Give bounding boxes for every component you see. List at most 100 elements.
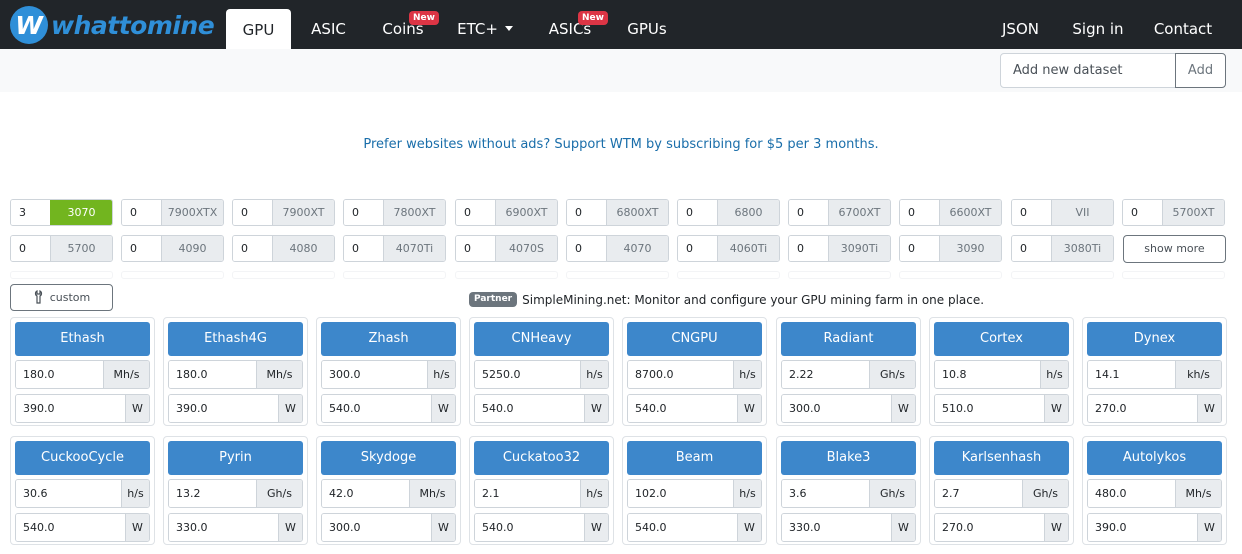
gpu-quantity-input[interactable]: 0 — [456, 200, 495, 225]
algo-toggle-button[interactable]: Beam — [627, 441, 762, 475]
gpu-cell[interactable]: 0 5700 — [10, 235, 113, 262]
gpu-model-toggle[interactable]: 3090Ti — [828, 236, 890, 261]
algo-toggle-button[interactable]: CuckooCycle — [15, 441, 150, 475]
gpu-quantity-input[interactable]: 0 — [456, 236, 495, 261]
algo-toggle-button[interactable]: Ethash — [15, 322, 150, 356]
hashrate-input[interactable]: 42.0 — [322, 480, 409, 507]
hashrate-input[interactable]: 2.7 — [935, 480, 1022, 507]
gpu-quantity-input[interactable]: 0 — [344, 236, 383, 261]
add-dataset-button[interactable]: Add — [1175, 53, 1226, 88]
nav-sign-in[interactable]: Sign in — [1063, 0, 1133, 49]
gpu-quantity-input[interactable]: 0 — [1012, 200, 1051, 225]
algo-toggle-button[interactable]: Autolykos — [1087, 441, 1222, 475]
custom-button[interactable]: custom — [10, 284, 113, 311]
hashrate-input[interactable]: 10.8 — [935, 361, 1040, 388]
algo-toggle-button[interactable]: CNHeavy — [474, 322, 609, 356]
gpu-cell[interactable]: 0 3090 — [899, 235, 1002, 262]
gpu-cell[interactable]: 0 VII — [1011, 199, 1114, 226]
power-input[interactable]: 270.0 — [1088, 395, 1197, 422]
hashrate-input[interactable]: 30.6 — [16, 480, 121, 507]
hashrate-input[interactable]: 3.6 — [782, 480, 869, 507]
gpu-cell[interactable]: 0 4070Ti — [343, 235, 446, 262]
algo-toggle-button[interactable]: Zhash — [321, 322, 456, 356]
hashrate-input[interactable]: 14.1 — [1088, 361, 1175, 388]
hashrate-input[interactable]: 8700.0 — [628, 361, 733, 388]
gpu-cell[interactable]: 0 3090Ti — [788, 235, 891, 262]
hashrate-input[interactable]: 480.0 — [1088, 480, 1175, 507]
nav-contact[interactable]: Contact — [1145, 0, 1221, 49]
gpu-quantity-input[interactable]: 0 — [344, 200, 383, 225]
gpu-cell[interactable]: 0 6700XT — [788, 199, 891, 226]
power-input[interactable]: 330.0 — [169, 514, 278, 541]
gpu-quantity-input[interactable]: 0 — [122, 236, 161, 261]
algo-toggle-button[interactable]: Cortex — [934, 322, 1069, 356]
gpu-cell[interactable]: 0 4090 — [121, 235, 224, 262]
gpu-model-toggle[interactable]: 6700XT — [828, 200, 890, 225]
gpu-cell[interactable]: 0 6600XT — [899, 199, 1002, 226]
nav-gpus[interactable]: GPUs — [614, 0, 680, 49]
gpu-cell[interactable]: 0 3080Ti — [1011, 235, 1114, 262]
gpu-model-toggle[interactable]: 4080 — [272, 236, 334, 261]
gpu-model-toggle[interactable]: 6800 — [717, 200, 779, 225]
gpu-cell[interactable]: 0 7800XT — [343, 199, 446, 226]
algo-toggle-button[interactable]: Dynex — [1087, 322, 1222, 356]
power-input[interactable]: 300.0 — [322, 514, 431, 541]
algo-toggle-button[interactable]: CNGPU — [627, 322, 762, 356]
nav-asic[interactable]: ASIC — [297, 0, 360, 49]
gpu-model-toggle[interactable]: 4090 — [161, 236, 223, 261]
power-input[interactable]: 540.0 — [475, 395, 584, 422]
algo-toggle-button[interactable]: Pyrin — [168, 441, 303, 475]
algo-toggle-button[interactable]: Ethash4G — [168, 322, 303, 356]
gpu-quantity-input[interactable]: 0 — [233, 236, 272, 261]
gpu-model-toggle[interactable]: VII — [1051, 200, 1113, 225]
gpu-model-toggle[interactable]: 6900XT — [495, 200, 557, 225]
gpu-model-toggle[interactable]: 7800XT — [383, 200, 445, 225]
gpu-quantity-input[interactable]: 0 — [567, 200, 606, 225]
promo-link[interactable]: Prefer websites without ads? Support WTM… — [0, 137, 1242, 152]
power-input[interactable]: 540.0 — [628, 514, 737, 541]
gpu-cell[interactable]: 0 7900XTX — [121, 199, 224, 226]
algo-toggle-button[interactable]: Radiant — [781, 322, 916, 356]
hashrate-input[interactable]: 180.0 — [16, 361, 103, 388]
hashrate-input[interactable]: 2.22 — [782, 361, 869, 388]
gpu-model-toggle[interactable]: 4070 — [606, 236, 668, 261]
gpu-model-toggle[interactable]: 4070Ti — [383, 236, 445, 261]
gpu-quantity-input[interactable]: 0 — [789, 236, 828, 261]
site-logo[interactable]: W whattomine — [10, 6, 215, 44]
gpu-model-toggle[interactable]: 3090 — [939, 236, 1001, 261]
gpu-quantity-input[interactable]: 0 — [678, 200, 717, 225]
gpu-model-toggle[interactable]: 3080Ti — [1051, 236, 1113, 261]
gpu-cell[interactable]: 0 5700XT — [1122, 199, 1225, 226]
gpu-model-toggle[interactable]: 3070 — [50, 200, 112, 225]
hashrate-input[interactable]: 13.2 — [169, 480, 256, 507]
gpu-quantity-input[interactable]: 3 — [11, 200, 50, 225]
power-input[interactable]: 540.0 — [322, 395, 431, 422]
hashrate-input[interactable]: 5250.0 — [475, 361, 580, 388]
gpu-model-toggle[interactable]: 4070S — [495, 236, 557, 261]
show-more-button[interactable]: show more — [1123, 235, 1226, 263]
partner-ad[interactable]: Partner SimpleMining.net: Monitor and co… — [469, 292, 984, 307]
power-input[interactable]: 540.0 — [16, 514, 125, 541]
power-input[interactable]: 270.0 — [935, 514, 1044, 541]
gpu-quantity-input[interactable]: 0 — [900, 200, 939, 225]
hashrate-input[interactable]: 300.0 — [322, 361, 427, 388]
gpu-cell[interactable]: 0 6900XT — [455, 199, 558, 226]
gpu-cell[interactable]: 0 4060Ti — [677, 235, 780, 262]
gpu-cell[interactable]: 0 7900XT — [232, 199, 335, 226]
gpu-model-toggle[interactable]: 4060Ti — [717, 236, 779, 261]
gpu-quantity-input[interactable]: 0 — [11, 236, 50, 261]
gpu-cell[interactable]: 0 4070S — [455, 235, 558, 262]
hashrate-input[interactable]: 180.0 — [169, 361, 256, 388]
power-input[interactable]: 510.0 — [935, 395, 1044, 422]
gpu-model-toggle[interactable]: 7900XTX — [161, 200, 223, 225]
gpu-quantity-input[interactable]: 0 — [122, 200, 161, 225]
algo-toggle-button[interactable]: Cuckatoo32 — [474, 441, 609, 475]
gpu-cell[interactable]: 0 4080 — [232, 235, 335, 262]
nav-json[interactable]: JSON — [988, 0, 1053, 49]
power-input[interactable]: 390.0 — [1088, 514, 1197, 541]
gpu-quantity-input[interactable]: 0 — [567, 236, 606, 261]
gpu-quantity-input[interactable]: 0 — [1012, 236, 1051, 261]
algo-toggle-button[interactable]: Blake3 — [781, 441, 916, 475]
power-input[interactable]: 300.0 — [782, 395, 891, 422]
gpu-cell[interactable]: 0 4070 — [566, 235, 669, 262]
